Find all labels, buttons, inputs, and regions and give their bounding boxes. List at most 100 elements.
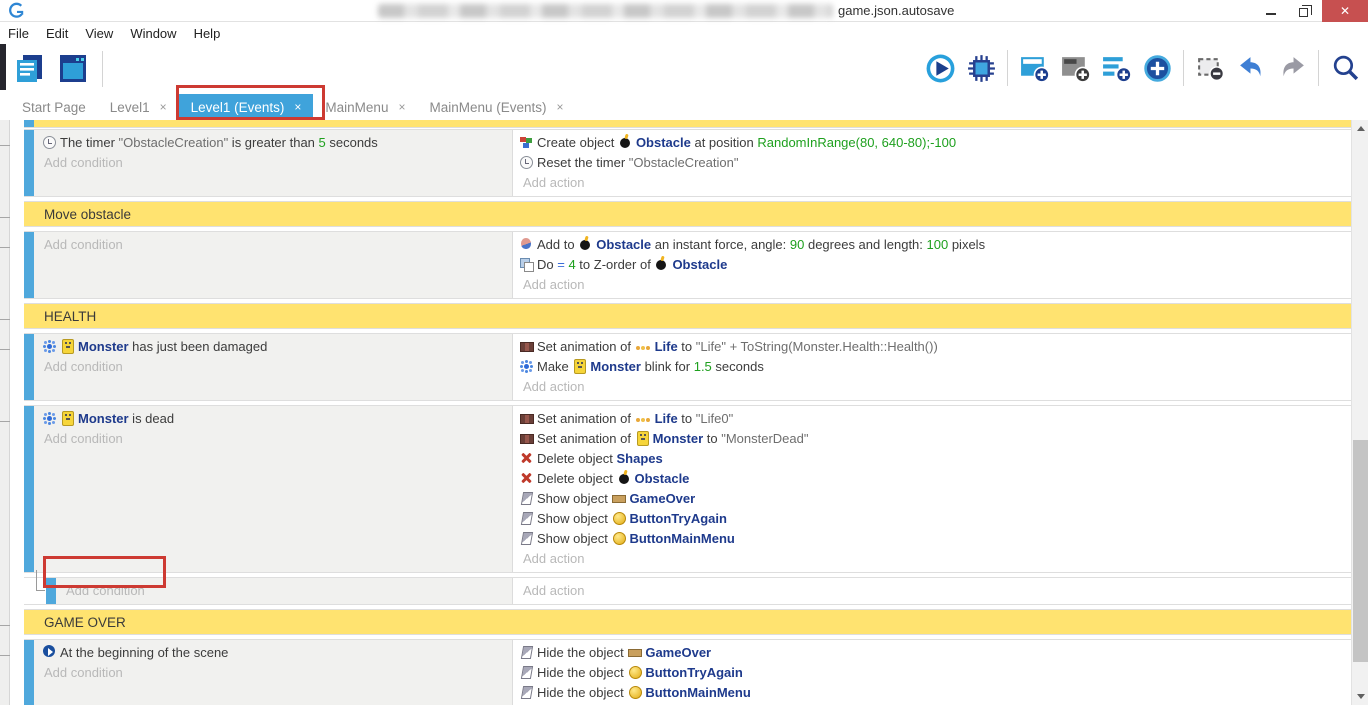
close-icon[interactable]: × xyxy=(398,100,405,114)
condition-line[interactable]: Monster is dead xyxy=(34,409,512,429)
action-line[interactable]: Do = 4 to Z-order of Obstacle xyxy=(513,255,1351,275)
add-condition-button[interactable]: Add condition xyxy=(56,581,512,601)
condition-line[interactable]: The timer "ObstacleCreation" is greater … xyxy=(34,133,512,153)
text-segment: ButtonTryAgain xyxy=(629,511,727,526)
menu-edit[interactable]: Edit xyxy=(46,24,79,43)
scroll-down-arrow[interactable] xyxy=(1352,688,1368,705)
action-line[interactable]: Show object GameOver xyxy=(513,489,1351,509)
event-row[interactable]: Monster has just been damagedAdd conditi… xyxy=(24,333,1351,401)
action-line[interactable]: Hide the object ButtonMainMenu xyxy=(513,683,1351,703)
tab-label: Start Page xyxy=(22,100,86,115)
menu-view[interactable]: View xyxy=(85,24,124,43)
add-condition-button[interactable]: Add condition xyxy=(34,663,512,683)
add-condition-button[interactable]: Add condition xyxy=(34,429,512,449)
text-segment: Delete object xyxy=(537,451,617,466)
scene-editor-icon[interactable] xyxy=(56,51,90,87)
action-line[interactable]: Create object Obstacle at position Rando… xyxy=(513,133,1351,153)
comment-row[interactable]: Move obstacle xyxy=(24,201,1351,227)
add-action-button[interactable]: Add action xyxy=(513,173,1351,193)
search-icon[interactable] xyxy=(1328,50,1362,86)
text-segment: seconds xyxy=(712,359,764,374)
comment-row[interactable]: GAME OVER xyxy=(24,609,1351,635)
tab-level1-events[interactable]: Level1 (Events) × xyxy=(179,94,314,120)
event-selection-bar[interactable] xyxy=(24,232,34,298)
event-row[interactable]: Monster is deadAdd conditionSet animatio… xyxy=(24,405,1351,573)
add-circle-icon[interactable] xyxy=(1140,50,1174,86)
animation-icon xyxy=(519,339,534,353)
action-line[interactable]: Set animation of Monster to "MonsterDead… xyxy=(513,429,1351,449)
text-segment: Set animation of xyxy=(537,431,635,446)
event-selection-bar[interactable] xyxy=(24,406,34,572)
text-segment: is greater than xyxy=(228,135,318,150)
add-action-button[interactable]: Add action xyxy=(513,377,1351,397)
condition-line[interactable]: At the beginning of the scene xyxy=(34,643,512,663)
vertical-scrollbar[interactable] xyxy=(1351,120,1368,705)
add-action-button[interactable]: Add action xyxy=(513,549,1351,569)
project-manager-icon[interactable] xyxy=(12,51,46,87)
text-segment: is dead xyxy=(129,411,175,426)
scroll-up-arrow[interactable] xyxy=(1352,120,1368,137)
force-icon xyxy=(519,237,534,251)
add-condition-button[interactable]: Add condition xyxy=(34,235,512,255)
text-segment: to xyxy=(703,431,721,446)
scrollbar-thumb[interactable] xyxy=(1353,440,1368,662)
play-icon[interactable] xyxy=(923,50,957,86)
restore-button[interactable] xyxy=(1288,0,1322,22)
menu-help[interactable]: Help xyxy=(194,24,232,43)
comment-row[interactable]: HEALTH xyxy=(24,303,1351,329)
add-condition-button[interactable]: Add condition xyxy=(34,357,512,377)
menu-window[interactable]: Window xyxy=(130,24,187,43)
action-line[interactable]: Hide the object ButtonTryAgain xyxy=(513,663,1351,683)
event-row[interactable]: At the beginning of the sceneAdd conditi… xyxy=(24,639,1351,705)
add-condition-button[interactable]: Add condition xyxy=(34,153,512,173)
sub-event-row[interactable]: Add conditionAdd action xyxy=(24,577,1351,605)
action-line[interactable]: Reset the timer "ObstacleCreation" xyxy=(513,153,1351,173)
behavior-icon xyxy=(42,339,57,353)
gdevelop-window: game.json.autosave ✕ File Edit View Wind… xyxy=(0,0,1368,705)
monster-icon xyxy=(635,431,650,445)
action-line[interactable]: Delete object Obstacle xyxy=(513,469,1351,489)
remove-event-icon[interactable] xyxy=(1193,50,1227,86)
text-segment: = xyxy=(557,257,568,272)
close-icon[interactable]: × xyxy=(294,100,301,114)
action-line[interactable]: Show object ButtonMainMenu xyxy=(513,529,1351,549)
action-line[interactable]: Set animation of Life to "Life" + ToStri… xyxy=(513,337,1351,357)
event-row[interactable]: The timer "ObstacleCreation" is greater … xyxy=(24,129,1351,197)
tab-bar: Start Page Level1 × Level1 (Events) × Ma… xyxy=(0,94,1368,120)
condition-line[interactable]: Monster has just been damaged xyxy=(34,337,512,357)
tab-mainmenu-events[interactable]: MainMenu (Events) × xyxy=(417,94,575,120)
text-segment: Life xyxy=(655,339,678,354)
event-selection-bar[interactable] xyxy=(24,640,34,705)
action-line[interactable]: Show object ButtonTryAgain xyxy=(513,509,1351,529)
redo-icon[interactable] xyxy=(1275,50,1309,86)
action-line[interactable]: Make Monster blink for 1.5 seconds xyxy=(513,357,1351,377)
event-selection-bar[interactable] xyxy=(24,120,34,127)
event-row[interactable]: Add conditionAdd to Obstacle an instant … xyxy=(24,231,1351,299)
add-comment-icon[interactable] xyxy=(1099,50,1133,86)
add-subevent-icon[interactable] xyxy=(1058,50,1092,86)
text-segment: Hide the object xyxy=(537,665,627,680)
tree-tick xyxy=(0,349,10,350)
event-selection-bar[interactable] xyxy=(24,130,34,196)
action-line[interactable]: Delete object Shapes xyxy=(513,449,1351,469)
undo-icon[interactable] xyxy=(1234,50,1268,86)
menu-file[interactable]: File xyxy=(8,24,40,43)
close-icon[interactable]: × xyxy=(160,100,167,114)
close-icon[interactable]: × xyxy=(557,100,564,114)
add-action-button[interactable]: Add action xyxy=(513,581,1351,601)
add-event-icon[interactable] xyxy=(1017,50,1051,86)
minimize-button[interactable] xyxy=(1254,0,1288,22)
debug-icon[interactable] xyxy=(964,50,998,86)
close-button[interactable]: ✕ xyxy=(1322,0,1368,22)
comment-row-partial[interactable] xyxy=(24,120,1351,128)
text-segment: to Z-order of xyxy=(576,257,655,272)
action-line[interactable]: Hide the object GameOver xyxy=(513,643,1351,663)
add-action-button[interactable]: Add action xyxy=(513,275,1351,295)
tab-level1[interactable]: Level1 × xyxy=(98,94,179,120)
action-line[interactable]: Add to Obstacle an instant force, angle:… xyxy=(513,235,1351,255)
tab-mainmenu[interactable]: MainMenu × xyxy=(313,94,417,120)
tab-start-page[interactable]: Start Page xyxy=(10,94,98,120)
event-selection-bar[interactable] xyxy=(46,578,56,604)
event-selection-bar[interactable] xyxy=(24,334,34,400)
action-line[interactable]: Set animation of Life to "Life0" xyxy=(513,409,1351,429)
